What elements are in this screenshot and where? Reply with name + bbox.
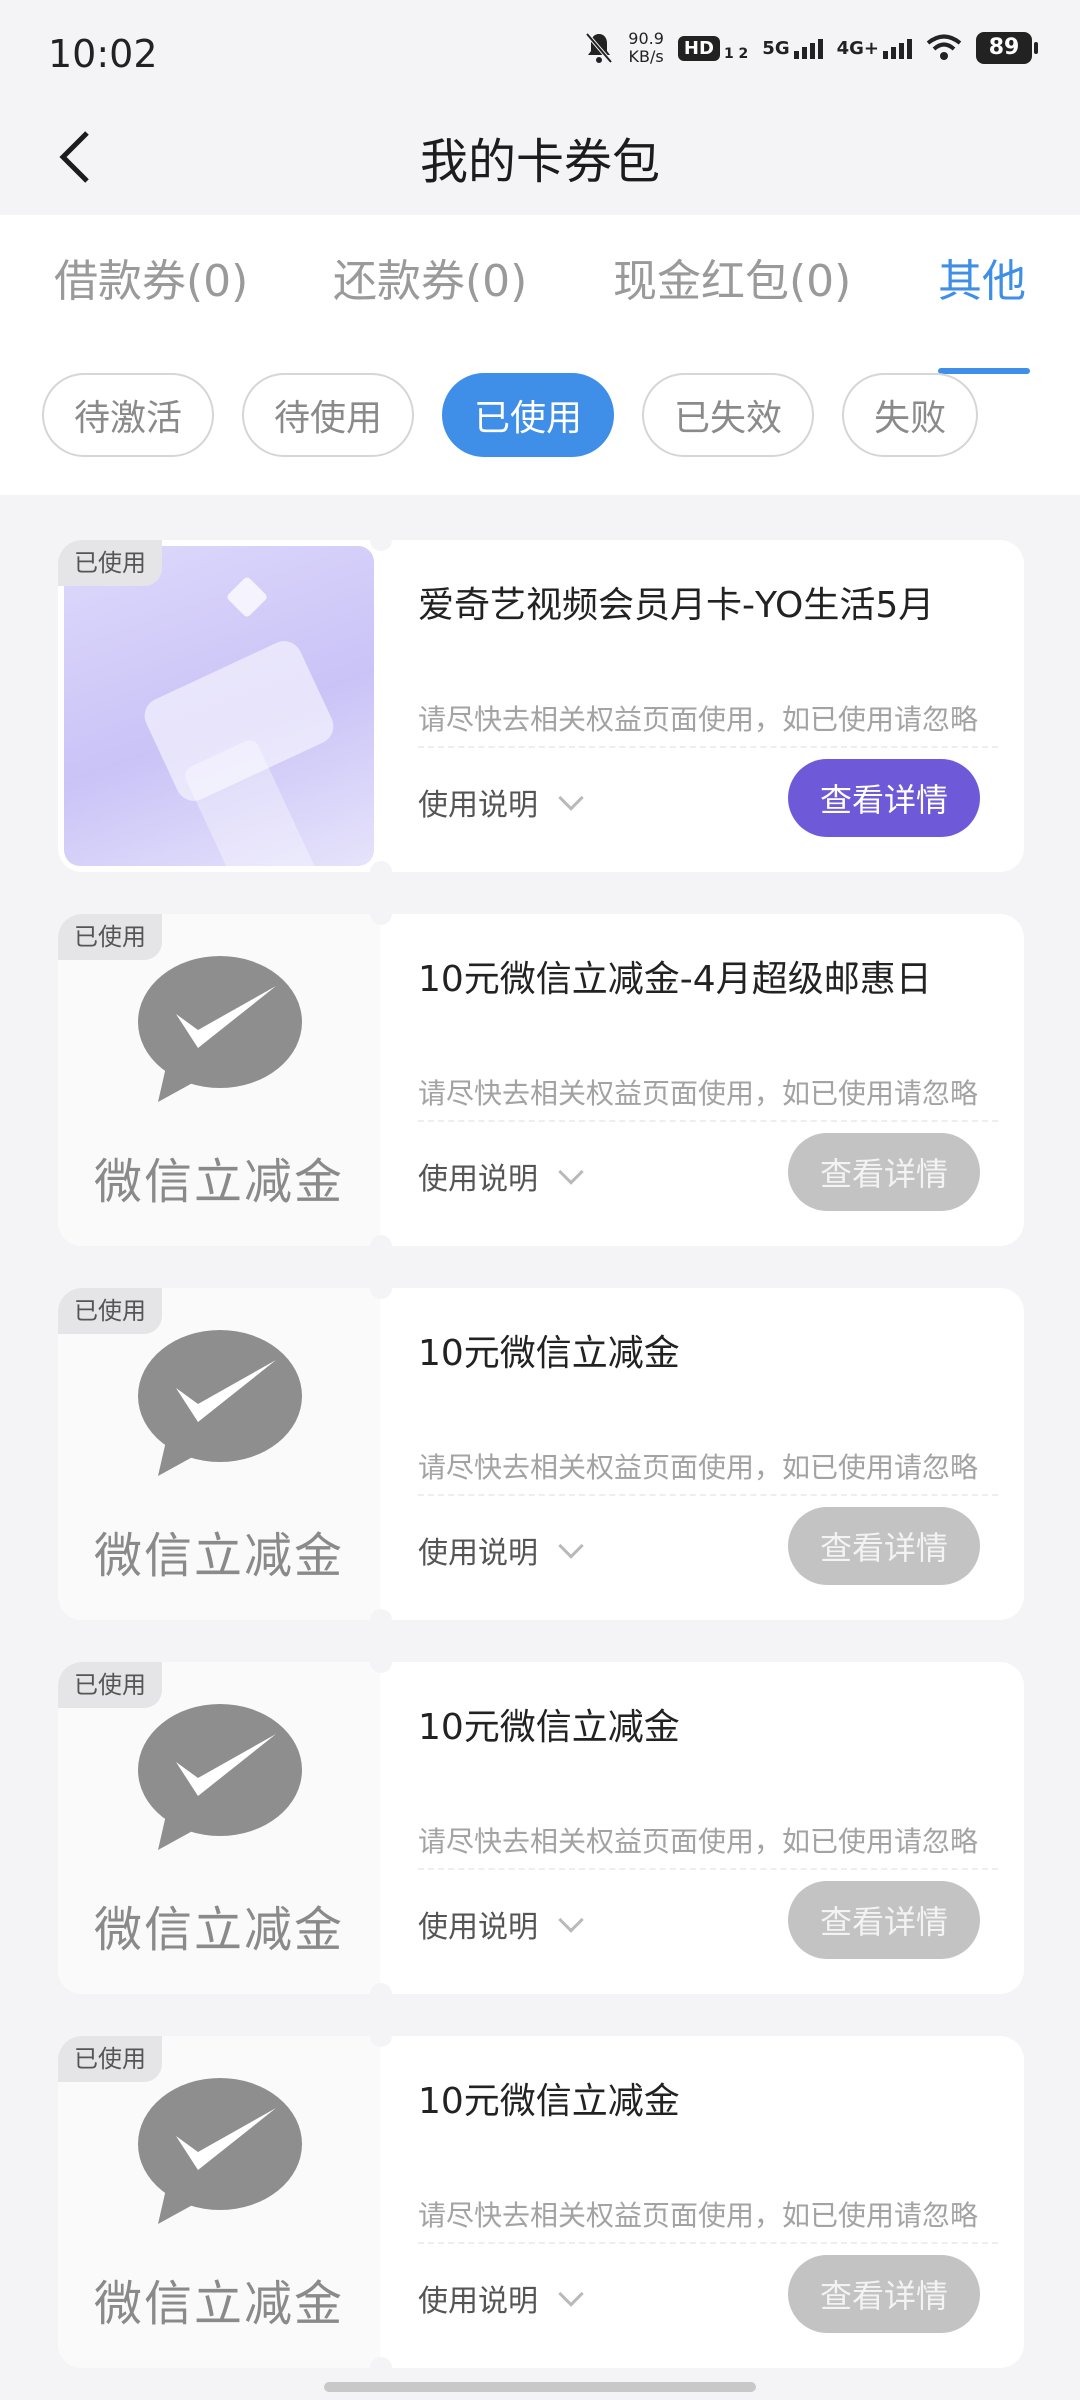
coupon-tip: 请尽快去相关权益页面使用，如已使用请忽略 [418, 1072, 998, 1122]
chevron-down-icon [558, 1533, 584, 1559]
usage-label: 使用说明 [418, 1162, 538, 1197]
status-icons: 90.9 KB/s HD 1 2 5G 4G+ 89 [584, 30, 1038, 66]
usage-instructions-toggle[interactable]: 使用说明 [418, 2276, 584, 2320]
used-badge: 已使用 [58, 2036, 162, 2082]
usage-label: 使用说明 [418, 1536, 538, 1571]
signal-bars-icon [793, 38, 823, 59]
coupon-image: 微信立减金 [58, 1288, 380, 1620]
usage-instructions-toggle[interactable]: 使用说明 [418, 1528, 584, 1572]
signal-5g: 5G [762, 37, 823, 59]
battery-icon: 89 [976, 32, 1038, 64]
coupon-image-label: 微信立减金 [93, 1528, 344, 1584]
tab-repayment-coupons[interactable]: 还款券(0) [333, 245, 527, 309]
usage-instructions-toggle[interactable]: 使用说明 [418, 780, 584, 824]
coupon-image: 微信立减金 [58, 1662, 380, 1994]
coupon-title: 10元微信立减金-4月超级邮惠日 [418, 959, 932, 1000]
hd-badge: HD [677, 35, 720, 61]
hd-sub: 1 2 [723, 45, 749, 62]
chip-used[interactable]: 已使用 [442, 373, 615, 457]
tab-bar: 借款券(0) 还款券(0) 现金红包(0) 其他 [0, 245, 1080, 374]
coupon-title: 10元微信立减金 [418, 2081, 680, 2122]
coupon-image-label: 微信立减金 [93, 1154, 344, 1210]
coupon-card[interactable]: 微信立减金 已使用 10元微信立减金 请尽快去相关权益页面使用，如已使用请忽略 … [58, 2036, 1024, 2368]
mute-bell-icon [585, 32, 613, 64]
view-details-button[interactable]: 查看详情 [788, 759, 980, 837]
wechat-pay-check-icon [138, 1330, 302, 1476]
ticket-notch [370, 861, 392, 872]
chevron-down-icon [558, 2281, 584, 2307]
coupon-image: 微信立减金 [58, 914, 380, 1246]
tab-loan-coupons[interactable]: 借款券(0) [54, 245, 248, 309]
coupon-card[interactable]: 微信立减金 已使用 10元微信立减金 请尽快去相关权益页面使用，如已使用请忽略 … [58, 1288, 1024, 1620]
usage-label: 使用说明 [418, 788, 538, 823]
wechat-pay-check-icon [138, 2078, 302, 2224]
coupon-title: 10元微信立减金 [418, 1707, 680, 1748]
hd-indicator: HD 1 2 [677, 35, 749, 62]
chevron-down-icon [558, 785, 584, 811]
signal-4g-label: 4G+ [836, 37, 879, 59]
chip-to-use[interactable]: 待使用 [242, 373, 415, 457]
header: 我的卡券包 [0, 100, 1080, 215]
chip-pending-activation[interactable]: 待激活 [42, 373, 215, 457]
used-badge: 已使用 [58, 540, 162, 586]
coupon-title: 爱奇艺视频会员月卡-YO生活5月 [418, 585, 935, 626]
coupon-image: 微信立减金 [58, 2036, 380, 2368]
coupon-image [58, 540, 380, 872]
usage-label: 使用说明 [418, 2284, 538, 2319]
used-badge: 已使用 [58, 914, 162, 960]
chip-failed[interactable]: 失败 [842, 373, 979, 457]
wifi-icon [926, 34, 962, 60]
gift-icon [138, 635, 340, 807]
coupon-tip: 请尽快去相关权益页面使用，如已使用请忽略 [418, 1820, 998, 1870]
ticket-notch [370, 1609, 392, 1620]
page-title: 我的卡券包 [419, 134, 660, 190]
view-details-button[interactable]: 查看详情 [788, 2255, 980, 2333]
signal-4g: 4G+ [837, 38, 912, 59]
tab-cash-red-packets[interactable]: 现金红包(0) [613, 245, 851, 309]
coupon-tip: 请尽快去相关权益页面使用，如已使用请忽略 [418, 2194, 998, 2244]
coupon-image-label: 微信立减金 [93, 2276, 344, 2332]
usage-instructions-toggle[interactable]: 使用说明 [418, 1902, 584, 1946]
signal-5g-label: 5G [762, 37, 790, 59]
ticket-notch [370, 1235, 392, 1246]
view-details-button[interactable]: 查看详情 [788, 1507, 980, 1585]
coupon-image-label: 微信立减金 [93, 1902, 344, 1958]
chevron-down-icon [558, 1907, 584, 1933]
view-details-button[interactable]: 查看详情 [788, 1133, 980, 1211]
filter-area: 借款券(0) 还款券(0) 现金红包(0) 其他 待激活 待使用 已使用 已失效… [0, 215, 1080, 495]
wechat-pay-check-icon [138, 1704, 302, 1850]
gift-illustration [64, 546, 374, 866]
status-bar: 10:02 90.9 KB/s HD 1 2 5G 4G+ 89 [0, 0, 1080, 100]
used-badge: 已使用 [58, 1288, 162, 1334]
coupon-title: 10元微信立减金 [418, 1333, 680, 1374]
coupon-card[interactable]: 已使用 爱奇艺视频会员月卡-YO生活5月 请尽快去相关权益页面使用，如已使用请忽… [58, 540, 1024, 872]
status-chips: 待激活 待使用 已使用 已失效 失败 [42, 373, 979, 459]
coupon-card[interactable]: 微信立减金 已使用 10元微信立减金 请尽快去相关权益页面使用，如已使用请忽略 … [58, 1662, 1024, 1994]
net-speed: 90.9 KB/s [628, 30, 664, 66]
net-speed-unit: KB/s [628, 47, 664, 66]
chip-expired[interactable]: 已失效 [642, 373, 815, 457]
status-time: 10:02 [48, 32, 158, 76]
sparkle-icon [225, 575, 269, 619]
ticket-notch [370, 1983, 392, 1994]
chevron-down-icon [558, 1159, 584, 1185]
tab-other[interactable]: 其他 [938, 245, 1026, 309]
ticket-notch [370, 2357, 392, 2368]
coupon-tip: 请尽快去相关权益页面使用，如已使用请忽略 [418, 698, 998, 748]
used-badge: 已使用 [58, 1662, 162, 1708]
usage-label: 使用说明 [418, 1910, 538, 1945]
usage-instructions-toggle[interactable]: 使用说明 [418, 1154, 584, 1198]
home-indicator[interactable] [324, 2382, 756, 2392]
signal-bars-icon [883, 38, 912, 59]
view-details-button[interactable]: 查看详情 [788, 1881, 980, 1959]
wechat-pay-check-icon [138, 956, 302, 1102]
net-speed-value: 90.9 [628, 29, 664, 48]
coupon-tip: 请尽快去相关权益页面使用，如已使用请忽略 [418, 1446, 998, 1496]
coupon-card[interactable]: 微信立减金 已使用 10元微信立减金-4月超级邮惠日 请尽快去相关权益页面使用，… [58, 914, 1024, 1246]
coupon-wallet-screen: 10:02 90.9 KB/s HD 1 2 5G 4G+ 89 我的卡券包 借… [0, 0, 1080, 2400]
